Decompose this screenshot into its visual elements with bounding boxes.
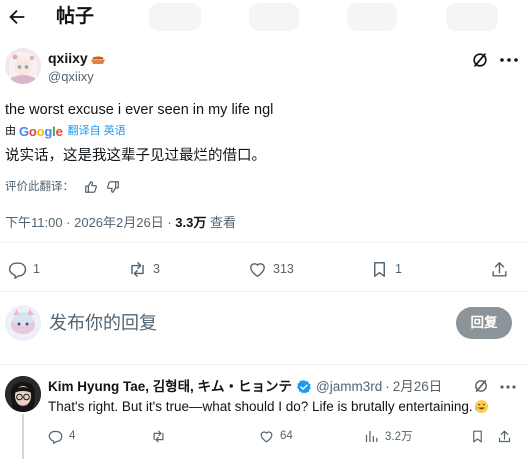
rate-label: 评价此翻译： xyxy=(5,181,74,193)
avatar-illustration xyxy=(5,305,41,341)
thumbs-down-icon xyxy=(107,181,119,193)
avatar-illustration xyxy=(5,376,41,412)
placeholder-block xyxy=(347,3,397,31)
repost-icon xyxy=(131,261,144,277)
submit-reply-button[interactable]: 回复 xyxy=(456,307,512,339)
back-button[interactable] xyxy=(6,6,28,28)
reply-author-handle[interactable]: @jamm3rd xyxy=(316,378,382,395)
reply-header: Kim Hyung Tae, 김형태, キム・ヒョンテ @jamm3rd · 2… xyxy=(48,378,442,395)
translate-by-label: 由 xyxy=(5,125,16,137)
reply-author-name[interactable]: Kim Hyung Tae, 김형태, キム・ヒョンテ xyxy=(48,378,292,395)
author-avatar[interactable] xyxy=(5,48,41,84)
pie-emoji-icon xyxy=(90,51,106,65)
view-count: 3.3万 xyxy=(175,215,207,230)
bookmark-icon xyxy=(473,430,482,442)
grok-button[interactable] xyxy=(471,51,489,69)
reply-more-options-button[interactable] xyxy=(500,385,516,389)
placeholder-block xyxy=(149,3,201,31)
more-options-button[interactable] xyxy=(500,58,518,62)
views-label: 查看 xyxy=(206,215,236,230)
reply-icon xyxy=(8,261,27,279)
reply-date[interactable]: 2月26日 xyxy=(393,378,443,395)
verified-icon xyxy=(296,379,312,395)
thread-line xyxy=(22,414,24,459)
divider xyxy=(0,364,528,365)
placeholder-block xyxy=(249,3,299,31)
more-icon xyxy=(500,385,516,389)
google-logo: Google xyxy=(19,124,63,139)
reply-reply-button[interactable]: 4 xyxy=(48,428,75,444)
reply-input[interactable]: 发布你的回复 xyxy=(49,310,409,336)
translation-attribution: 由 Google 翻译自 英语 xyxy=(5,124,126,139)
like-icon xyxy=(250,262,265,277)
views-icon xyxy=(365,430,378,442)
post-text: the worst excuse i ever seen in my life … xyxy=(5,102,274,118)
author-handle[interactable]: @qxiixy xyxy=(48,68,94,85)
like-icon xyxy=(260,430,273,442)
bookmark-icon xyxy=(374,261,385,277)
grok-icon xyxy=(475,380,487,392)
like-button[interactable]: 313 xyxy=(248,259,294,279)
post-metadata: 下午11:00 · 2026年2月26日 · 3.3万 查看 xyxy=(5,214,236,231)
share-button[interactable] xyxy=(490,259,515,279)
reply-reply-count: 4 xyxy=(69,430,76,442)
thumbs-up-button[interactable] xyxy=(84,180,98,194)
rate-translation: 评价此翻译： xyxy=(5,179,120,195)
author-name[interactable]: qxiixy xyxy=(48,50,88,67)
reply-icon xyxy=(48,430,63,444)
reply-share-button[interactable] xyxy=(497,428,518,444)
back-arrow-icon xyxy=(9,9,25,25)
more-icon xyxy=(500,58,518,62)
reply-like-button[interactable]: 64 xyxy=(259,428,293,444)
reply-author-avatar[interactable] xyxy=(5,376,41,412)
divider xyxy=(0,242,528,243)
laughing-face-emoji-icon xyxy=(474,399,489,414)
divider xyxy=(0,291,528,292)
reply-text-content: That's right. But it's true—what should … xyxy=(48,399,473,414)
reply-like-count: 64 xyxy=(280,430,293,442)
grok-icon xyxy=(473,53,487,67)
reply-grok-button[interactable] xyxy=(473,378,489,394)
bookmark-count: 1 xyxy=(395,262,402,276)
share-icon xyxy=(492,261,507,277)
translate-source-link[interactable]: 翻译自 英语 xyxy=(68,124,126,139)
top-bar: 帖子 xyxy=(0,0,528,36)
post-time[interactable]: 下午11:00 · 2026年2月26日 · xyxy=(5,215,175,230)
separator: · xyxy=(385,379,390,394)
repost-icon xyxy=(153,430,164,442)
thumbs-up-icon xyxy=(85,181,97,193)
reply-count: 1 xyxy=(33,262,40,276)
like-count: 313 xyxy=(273,262,294,276)
reply-views-button[interactable]: 3.2万 xyxy=(364,428,413,444)
reply-repost-button[interactable] xyxy=(151,428,172,444)
reply-view-count: 3.2万 xyxy=(385,431,413,443)
bookmark-button[interactable]: 1 xyxy=(370,259,402,279)
repost-count: 3 xyxy=(153,262,160,276)
page-title: 帖子 xyxy=(56,6,95,27)
current-user-avatar xyxy=(5,305,41,341)
translated-text: 说实话，这是我这辈子见过最烂的借口。 xyxy=(5,148,266,164)
reply-bookmark-button[interactable] xyxy=(470,428,491,444)
repost-button[interactable]: 3 xyxy=(128,259,160,279)
reply-button[interactable]: 1 xyxy=(8,259,40,279)
share-icon xyxy=(498,430,511,442)
thumbs-down-button[interactable] xyxy=(106,180,120,194)
placeholder-block xyxy=(446,3,498,31)
avatar-illustration xyxy=(5,48,41,84)
reply-text: That's right. But it's true—what should … xyxy=(48,398,518,416)
